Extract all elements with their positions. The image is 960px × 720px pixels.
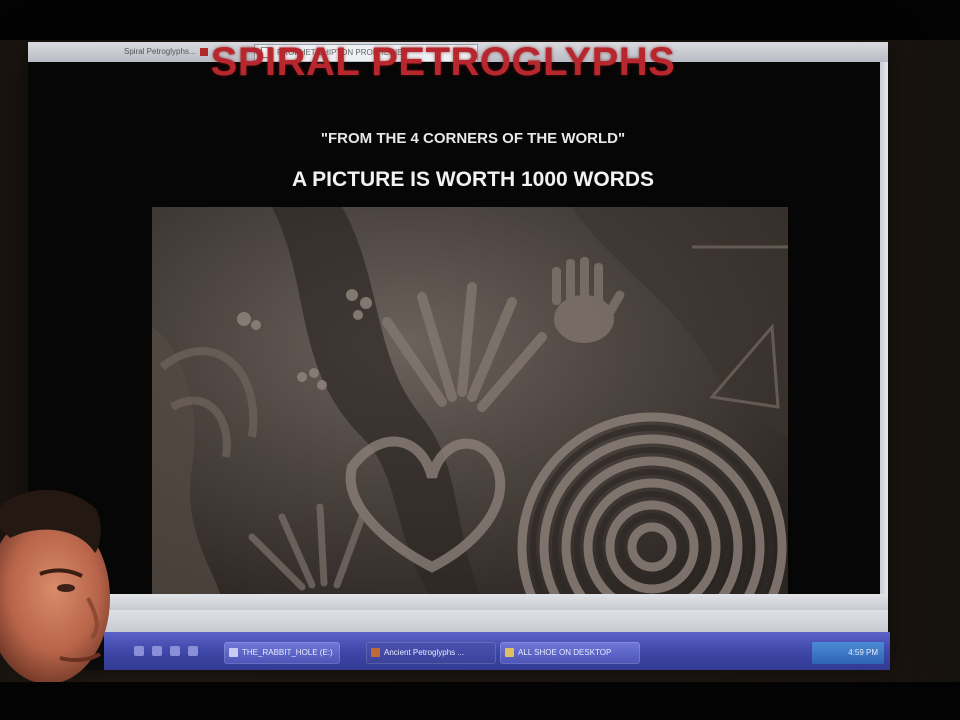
taskbar-item-label: ALL SHOE ON DESKTOP xyxy=(518,648,612,657)
page-title: SPIRAL PETROGLYPHS xyxy=(210,40,676,84)
vertical-scrollbar[interactable] xyxy=(880,62,888,632)
quicklaunch-icon[interactable] xyxy=(152,646,162,656)
system-tray[interactable]: 4:59 PM xyxy=(812,642,884,664)
page-subtitle: "FROM THE 4 CORNERS OF THE WORLD" xyxy=(320,130,626,147)
browser-status-bar xyxy=(28,610,888,634)
taskbar-item-desktop[interactable]: ALL SHOE ON DESKTOP xyxy=(500,642,640,664)
taskbar-item-label: THE_RABBIT_HOLE (E:) xyxy=(242,648,333,657)
quicklaunch-icon[interactable] xyxy=(188,646,198,656)
petroglyph-image-svg xyxy=(152,207,788,599)
video-letterbox-top xyxy=(0,0,960,40)
video-letterbox-bottom xyxy=(0,682,960,720)
petroglyph-photo xyxy=(152,207,788,599)
horizontal-scrollbar[interactable] xyxy=(28,594,888,610)
taskbar-item-rabbit-hole[interactable]: THE_RABBIT_HOLE (E:) xyxy=(224,642,340,664)
page-tagline: A PICTURE IS WORTH 1000 WORDS xyxy=(291,168,655,191)
taskbar-item-label: Ancient Petroglyphs ... xyxy=(384,648,465,657)
presenter-person xyxy=(0,489,110,682)
taskbar-item-ancient-petroglyphs[interactable]: Ancient Petroglyphs ... xyxy=(366,642,496,664)
tray-clock: 4:59 PM xyxy=(848,648,878,657)
quicklaunch-icon[interactable] xyxy=(170,646,180,656)
windows-taskbar: THE_RABBIT_HOLE (E:) Ancient Petroglyphs… xyxy=(104,632,890,670)
quicklaunch-icon[interactable] xyxy=(134,646,144,656)
